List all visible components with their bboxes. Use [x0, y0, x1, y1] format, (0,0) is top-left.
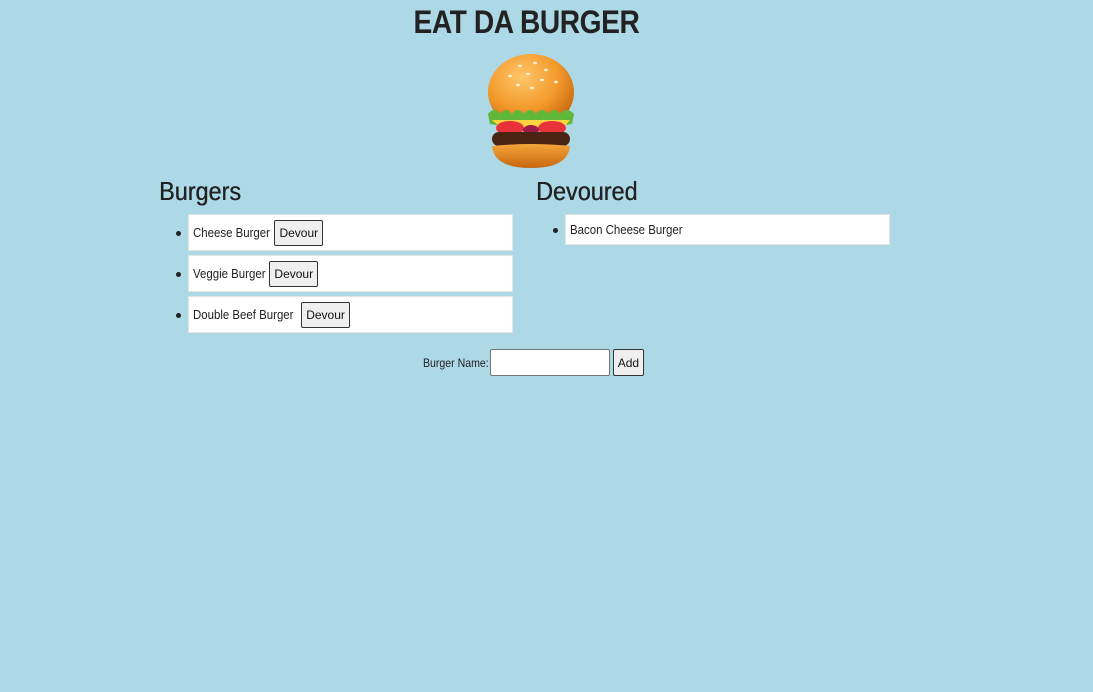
burger-icon: [488, 54, 574, 168]
burger-name-label: Burger Name:: [422, 355, 489, 370]
list-item: Veggie Burger Devour: [176, 255, 513, 292]
list-item: Double Beef Burger Devour: [176, 296, 513, 333]
burger-list: Cheese Burger Devour Veggie Burger Devou…: [176, 214, 513, 337]
devoured-list: Bacon Cheese Burger: [553, 214, 890, 249]
add-button[interactable]: Add: [612, 349, 645, 376]
page: EAT DA BURGER Burgers Devoured Cheese Bu…: [0, 0, 1093, 692]
devour-button[interactable]: Devour: [301, 301, 350, 328]
burger-name-input[interactable]: [489, 349, 610, 376]
list-item: Bacon Cheese Burger: [553, 214, 890, 245]
devour-button[interactable]: Devour: [269, 260, 319, 287]
burger-name: Cheese Burger: [193, 225, 270, 240]
burgers-heading: Burgers: [159, 176, 241, 206]
add-burger-form: Burger Name: Add: [414, 349, 645, 376]
devoured-burger-name: Bacon Cheese Burger: [570, 222, 683, 237]
devour-button[interactable]: Devour: [274, 219, 324, 246]
devoured-heading: Devoured: [536, 176, 638, 206]
burger-name: Veggie Burger: [193, 266, 266, 281]
burger-name: Double Beef Burger: [193, 307, 294, 322]
list-item: Cheese Burger Devour: [176, 214, 513, 251]
page-title: EAT DA BURGER: [413, 4, 640, 40]
